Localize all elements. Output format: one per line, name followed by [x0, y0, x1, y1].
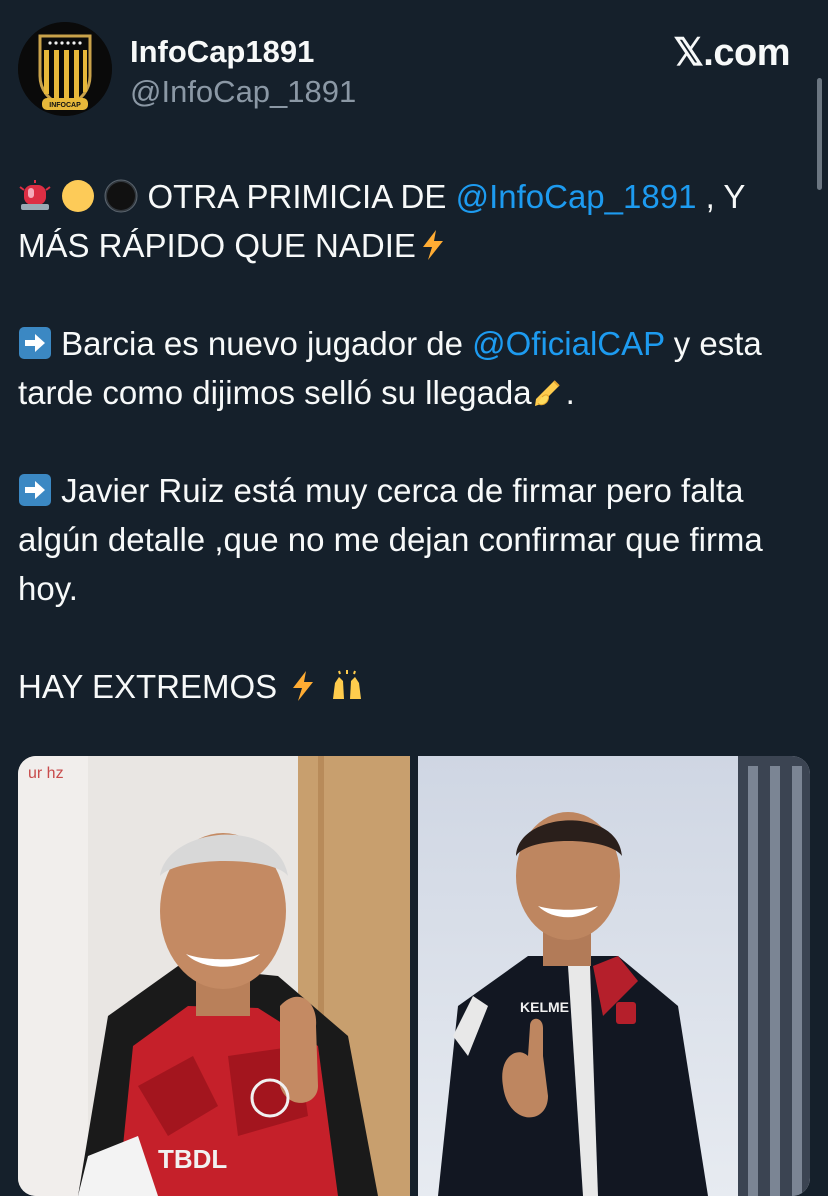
- photo-barcia[interactable]: ur hz TBDL: [18, 756, 410, 1196]
- photo-javier-ruiz[interactable]: KELME: [418, 756, 810, 1196]
- user-handle[interactable]: @InfoCap_1891: [130, 72, 356, 112]
- tweet-text-segment: OTRA PRIMICIA DE: [138, 178, 456, 215]
- svg-text:TBDL: TBDL: [158, 1144, 227, 1174]
- writing-hand-icon: [532, 375, 566, 409]
- high-voltage-icon: [416, 228, 450, 262]
- svg-text:ur hz: ur hz: [28, 765, 64, 782]
- tweet-text-segment: Barcia es nuevo jugador de: [52, 325, 473, 362]
- display-name[interactable]: InfoCap1891: [130, 32, 314, 72]
- raising-hands-icon: [330, 669, 364, 703]
- right-arrow-icon: [18, 326, 52, 360]
- tweet-media[interactable]: ur hz TBDL KELME: [18, 756, 810, 1196]
- svg-text:KELME: KELME: [520, 999, 569, 1015]
- avatar[interactable]: INFOCAP: [18, 22, 112, 116]
- yellow-circle-icon: [61, 179, 95, 213]
- x-com-logo[interactable]: 𝕏.com: [673, 30, 790, 76]
- tweet-paragraph-1: OTRA PRIMICIA DE @InfoCap_1891 , Y MÁS R…: [18, 172, 818, 270]
- police-light-icon: [18, 179, 52, 213]
- infocap-shield-logo: INFOCAP: [18, 22, 112, 116]
- tweet-paragraph-2: Barcia es nuevo jugador de @OficialCAP y…: [18, 319, 818, 417]
- tweet-paragraph-3: Javier Ruiz está muy cerca de firmar per…: [18, 466, 818, 613]
- player-photo-left-image: ur hz TBDL: [18, 756, 410, 1196]
- tweet-text: OTRA PRIMICIA DE @InfoCap_1891 , Y MÁS R…: [18, 172, 818, 711]
- mention-infocap-link[interactable]: @InfoCap_1891: [456, 178, 697, 215]
- tweet-text-segment: .: [565, 374, 575, 411]
- mention-oficialcap-link[interactable]: @OficialCAP: [472, 325, 664, 362]
- player-photo-right-image: KELME: [418, 756, 810, 1196]
- svg-text:INFOCAP: INFOCAP: [49, 102, 81, 109]
- right-arrow-icon: [18, 473, 52, 507]
- black-circle-icon: [104, 179, 138, 213]
- tweet-text-segment: Javier Ruiz está muy cerca de firmar per…: [18, 472, 763, 607]
- tweet-paragraph-4: HAY EXTREMOS: [18, 662, 818, 711]
- high-voltage-icon: [286, 669, 320, 703]
- tweet-text-segment: HAY EXTREMOS: [18, 668, 287, 705]
